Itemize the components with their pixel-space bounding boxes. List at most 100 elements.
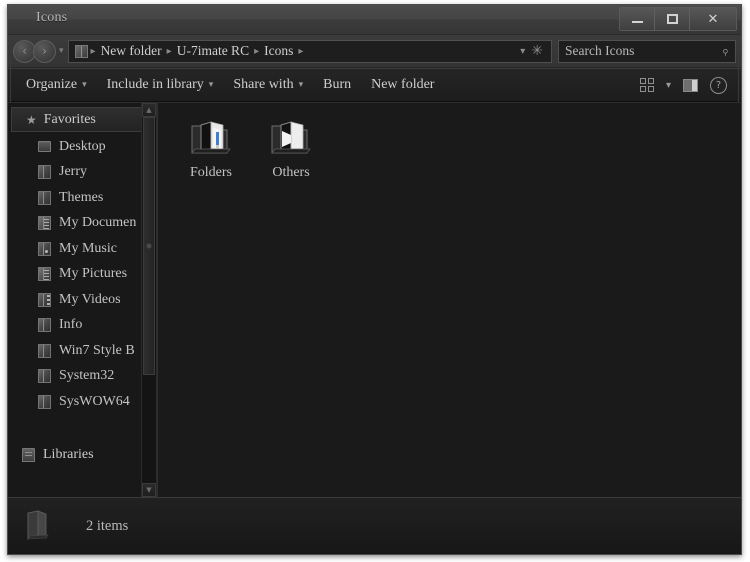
sidebar-item-my-music[interactable]: My Music [8,236,156,262]
sidebar-section-favorites[interactable]: ★ Favorites [11,107,153,132]
close-icon: ✕ [707,11,719,27]
chevron-down-icon: ▾ [665,79,671,91]
file-item-others[interactable]: Others [252,117,330,181]
breadcrumb-folder-icon [74,44,88,58]
videos-folder-icon [38,292,51,307]
forward-icon: › [42,44,47,58]
back-icon: ‹ [22,44,27,58]
sidebar-item-label: My Documen [59,215,137,231]
maximize-icon [666,14,678,24]
sidebar-item-label: Desktop [59,138,106,154]
navigation-list: ★ Favorites Desktop Jerry Themes My Docu… [8,103,156,468]
sidebar-item-label: My Pictures [59,266,128,282]
desktop-icon [38,141,51,153]
toolbar-label: Burn [323,77,352,92]
folder-icon [38,343,51,358]
command-toolbar: Organize ▾ Include in library ▾ Share wi… [8,68,741,102]
scroll-down-button[interactable]: ▼ [142,483,156,497]
sidebar-item-my-pictures[interactable]: My Pictures [8,262,156,288]
folder-icon [38,318,51,333]
file-item-label: Folders [190,165,232,180]
sidebar-item-label: My Music [59,240,117,256]
file-item-folders[interactable]: Folders [172,117,250,181]
pictures-folder-icon [38,267,51,282]
sidebar-item-libraries[interactable]: Libraries [8,443,156,469]
status-bar: 2 items [8,497,741,554]
toolbar-button-organize[interactable]: Organize ▾ [16,73,97,97]
breadcrumb-separator: ▸ [298,45,304,57]
sidebar-section-label: Favorites [43,111,96,127]
title-bar[interactable]: Icons ✕ [8,5,741,35]
help-button[interactable]: ? [704,74,733,96]
preview-pane-icon [683,78,698,92]
change-view-dropdown[interactable]: ▾ [660,74,677,96]
scrollbar-track[interactable] [142,117,156,483]
sidebar-item-syswow64[interactable]: SysWOW64 [8,389,156,415]
breadcrumb-item-0[interactable]: New folder [96,43,167,59]
music-folder-icon [38,241,51,256]
sidebar-item-themes[interactable]: Themes [8,185,156,211]
folder-icon [38,190,51,205]
sidebar-item-label: System32 [59,368,115,384]
view-options-icon [639,78,654,92]
refresh-icon[interactable]: ✳ [531,44,548,58]
page-root: Icons ✕ ‹ › ▾ ▸ New folder ▸ U-7imate RC… [0,0,750,562]
sidebar-item-my-documents[interactable]: My Documen [8,211,156,237]
chevron-down-icon: ▾ [59,46,64,56]
window-title: Icons [36,10,68,25]
scroll-up-button[interactable]: ▲ [142,103,156,117]
chevron-down-icon: ▾ [298,80,304,90]
toolbar-label: Share with [233,77,294,92]
sidebar-item-label: SysWOW64 [59,393,130,409]
toolbar-label: Include in library [106,77,204,92]
chevron-down-icon: ▼ [146,486,152,494]
toolbar-label: New folder [371,77,435,92]
open-folder-icon [271,121,311,154]
sidebar-item-info[interactable]: Info [8,313,156,339]
close-button[interactable]: ✕ [690,8,736,30]
toolbar-label: Organize [26,77,78,92]
search-placeholder: Search Icons [565,43,635,58]
sidebar-item-label: Themes [59,189,104,205]
folder-icon [38,165,51,180]
navigation-scrollbar[interactable]: ▲ ▼ [141,103,156,497]
explorer-body: ★ Favorites Desktop Jerry Themes My Docu… [8,102,741,497]
file-item-label: Others [272,165,310,180]
breadcrumb-item-2[interactable]: Icons [259,43,298,59]
folder-icon [27,510,49,540]
address-bar-row: ‹ › ▾ ▸ New folder ▸ U-7imate RC ▸ Icons… [8,35,741,68]
breadcrumb-dropdown-icon[interactable]: ▾ [514,46,531,57]
sidebar-item-label: Win7 Style B [59,342,135,358]
scrollbar-thumb[interactable] [143,117,155,375]
minimize-button[interactable] [620,8,655,30]
breadcrumb[interactable]: ▸ New folder ▸ U-7imate RC ▸ Icons ▸ ▾ ✳ [67,39,552,63]
forward-button[interactable]: › [33,39,56,63]
maximize-button[interactable] [655,8,690,30]
folder-icon [38,369,51,384]
star-icon: ★ [26,112,37,127]
sidebar-item-my-videos[interactable]: My Videos [8,287,156,313]
toolbar-button-new-folder[interactable]: New folder [361,73,444,97]
navigation-pane: ★ Favorites Desktop Jerry Themes My Docu… [8,103,157,497]
sidebar-item-label: Jerry [59,164,87,180]
sidebar-item-system32[interactable]: System32 [8,364,156,390]
toolbar-button-include-in-library[interactable]: Include in library ▾ [97,73,224,97]
sidebar-item-desktop[interactable]: Desktop [8,134,156,160]
toolbar-button-burn[interactable]: Burn [313,73,361,97]
toolbar-button-share-with[interactable]: Share with ▾ [223,73,313,97]
sidebar-group-label: Libraries [43,447,94,463]
libraries-icon [22,448,35,463]
file-list-view[interactable]: Folders Others [157,103,741,497]
sidebar-item-label: Info [59,317,83,333]
minimize-icon [631,21,643,23]
preview-pane-button[interactable] [677,74,704,96]
history-dropdown-button[interactable]: ▾ [59,46,64,56]
chevron-down-icon: ▾ [82,80,87,90]
sidebar-item-jerry[interactable]: Jerry [8,160,156,186]
breadcrumb-item-1[interactable]: U-7imate RC [172,43,254,59]
chevron-up-icon: ▲ [146,106,152,114]
sidebar-item-win7-style-b[interactable]: Win7 Style B [8,338,156,364]
search-input[interactable]: Search Icons ⌕ [558,39,736,63]
change-view-button[interactable] [634,74,660,96]
